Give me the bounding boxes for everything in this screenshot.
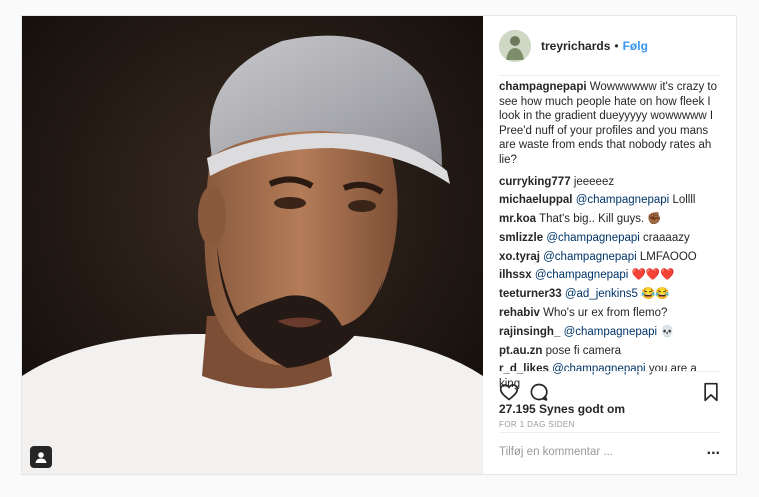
add-comment-bar: Tilføj en kommentar ... ... <box>499 432 720 475</box>
comment-row: pt.au.zn pose fi camera <box>499 344 720 359</box>
comment-text: craaaazy <box>643 231 690 244</box>
post-timestamp[interactable]: FOR 1 DAG SIDEN <box>499 420 575 429</box>
caption: champagnepapi Wowwwwww it's crazy to see… <box>499 80 720 168</box>
author-username[interactable]: treyrichards <box>541 39 610 53</box>
comment-mention[interactable]: @champagnepapi <box>576 194 670 206</box>
bookmark-icon[interactable] <box>702 382 720 407</box>
comment-username[interactable]: rehabiv <box>499 307 540 319</box>
caption-text: Wowwwwww it's crazy to see how much peop… <box>499 81 717 166</box>
comment-mention[interactable]: @ad_jenkins5 <box>565 288 638 300</box>
comment-list: champagnepapi Wowwwwww it's crazy to see… <box>499 80 720 396</box>
comment-username[interactable]: rajinsingh_ <box>499 326 560 338</box>
comment-mention[interactable]: @champagnepapi <box>564 326 658 338</box>
comment-text: That's big.. Kill guys. ✊🏾 <box>539 213 662 226</box>
comment-row: michaeluppal @champagnepapi Lollll <box>499 193 720 208</box>
comment-text: jeeeeez <box>573 175 615 188</box>
comment-row: mr.koa That's big.. Kill guys. ✊🏾 <box>499 212 720 227</box>
comment-text: Lollll <box>672 194 696 207</box>
comment-row: rehabiv Who's ur ex from flemo? <box>499 306 720 321</box>
comment-text: pose fi camera <box>545 344 622 357</box>
post-header: treyrichards • Følg <box>483 16 736 76</box>
comment-mention[interactable]: @champagnepapi <box>543 251 637 263</box>
comment-username[interactable]: mr.koa <box>499 213 536 225</box>
post-card: treyrichards • Følg champagnepapi Wowwww… <box>21 15 737 475</box>
likes-count[interactable]: 27.195 Synes godt om <box>499 402 625 416</box>
comment-text: Who's ur ex from flemo? <box>543 307 668 320</box>
comment-row: teeturner33 @ad_jenkins5 😂😂 <box>499 287 720 302</box>
post-sidebar: treyrichards • Følg champagnepapi Wowwww… <box>483 16 736 474</box>
comment-row: ilhssx @champagnepapi ❤️❤️❤️ <box>499 268 720 283</box>
separator-dot: • <box>614 38 619 53</box>
comment-username[interactable]: teeturner33 <box>499 288 562 300</box>
comment-mention[interactable]: @champagnepapi <box>535 269 629 281</box>
post-photo[interactable] <box>22 16 483 474</box>
caption-username[interactable]: champagnepapi <box>499 81 587 93</box>
follow-button[interactable]: Følg <box>623 39 648 53</box>
comment-username[interactable]: ilhssx <box>499 269 532 281</box>
comment-row: smlizzle @champagnepapi craaaazy <box>499 231 720 246</box>
comment-text: ❤️❤️❤️ <box>631 269 675 282</box>
comment-username[interactable]: pt.au.zn <box>499 345 542 357</box>
user-tag-icon[interactable] <box>30 446 52 468</box>
add-comment-input[interactable]: Tilføj en kommentar ... <box>499 446 613 458</box>
comment-text: 😂😂 <box>641 288 670 301</box>
comment-row: xo.tyraj @champagnepapi LMFAOOO <box>499 250 720 265</box>
comment-row: rajinsingh_ @champagnepapi 💀 <box>499 325 720 340</box>
more-options-button[interactable]: ... <box>707 441 720 459</box>
comment-username[interactable]: curryking777 <box>499 176 571 188</box>
comment-text: 💀 <box>660 325 675 338</box>
comment-text: LMFAOOO <box>639 250 697 263</box>
comment-username[interactable]: xo.tyraj <box>499 251 540 263</box>
comment-username[interactable]: smlizzle <box>499 232 543 244</box>
comment-username[interactable]: michaeluppal <box>499 194 573 206</box>
comment-mention[interactable]: @champagnepapi <box>546 232 640 244</box>
comment-row: curryking777 jeeeeez <box>499 175 720 190</box>
avatar[interactable] <box>499 29 531 62</box>
